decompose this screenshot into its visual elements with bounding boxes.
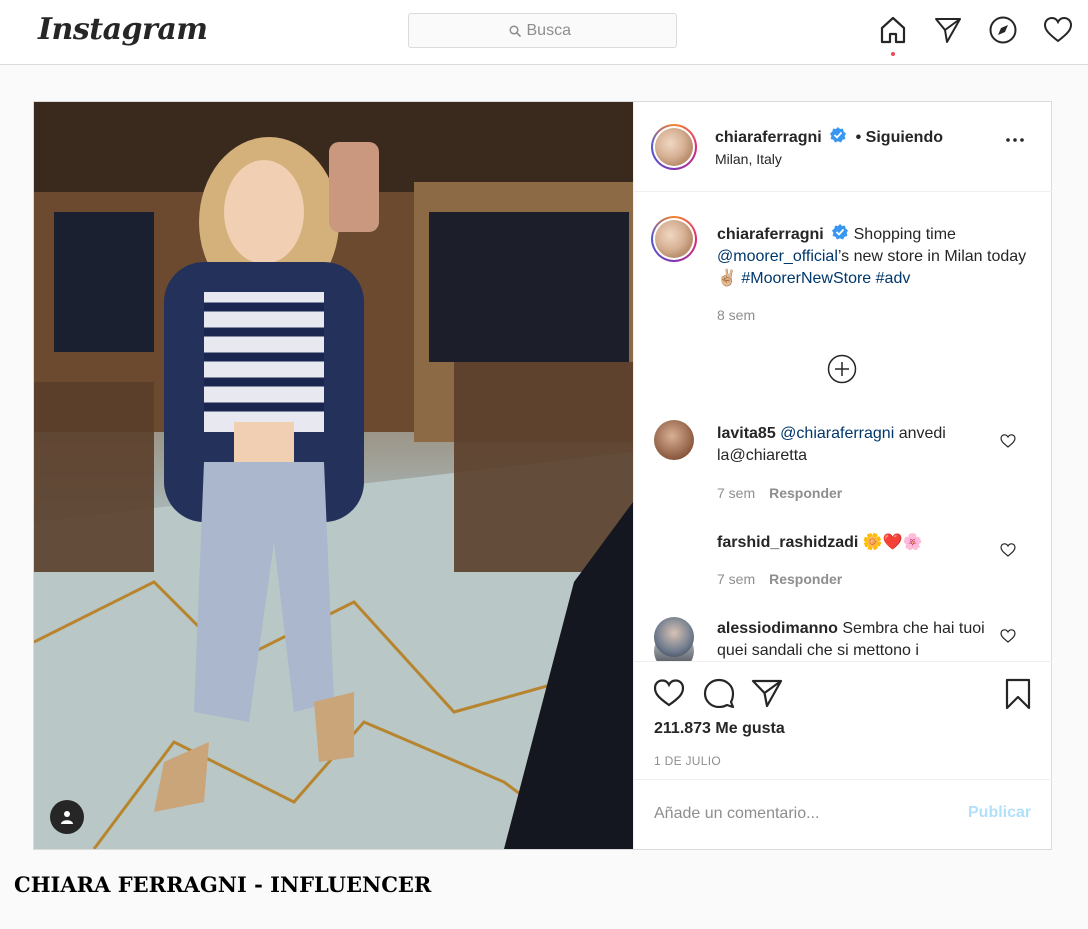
search-input[interactable] [526, 21, 577, 40]
caption-username[interactable]: chiaraferragni [717, 226, 824, 243]
comment-time: 7 sem [717, 571, 756, 587]
search-box[interactable] [408, 13, 677, 48]
notification-dot [891, 52, 895, 56]
post-photo-art [34, 102, 633, 849]
post-date[interactable]: 1 DE JULIO [654, 754, 721, 768]
user-icon [61, 811, 73, 824]
more-options-icon[interactable] [1006, 136, 1024, 144]
comment-like-heart-icon[interactable] [1000, 542, 1016, 558]
banner-title: CHIARA FERRAGNI - INFLUENCER [14, 872, 432, 897]
add-comment-input[interactable] [654, 802, 954, 826]
like-heart-icon[interactable] [653, 678, 685, 708]
likes-count[interactable]: 211.873 Me gusta [654, 720, 785, 738]
bookmark-icon[interactable] [1004, 678, 1032, 710]
post-sidebar: chiaraferragni • Siguiendo Milan, Italy … [633, 102, 1052, 849]
comment-username[interactable]: lavita85 [717, 425, 776, 442]
author-avatar[interactable] [651, 124, 697, 170]
verified-badge-icon [832, 224, 849, 240]
author-username[interactable]: chiaraferragni [715, 129, 822, 146]
post-actions: 211.873 Me gusta 1 DE JULIO [634, 661, 1052, 779]
instagram-logo[interactable]: Instagram [38, 12, 208, 47]
caption-time: 8 sem [717, 307, 756, 323]
comment-like-heart-icon[interactable] [1000, 433, 1016, 449]
top-navbar: Instagram [0, 0, 1088, 65]
home-icon[interactable] [878, 15, 908, 45]
post-header: chiaraferragni • Siguiendo Milan, Italy [634, 102, 1052, 192]
search-icon [508, 24, 521, 37]
reply-button[interactable]: Responder [769, 485, 842, 501]
follow-status[interactable]: • Siguiendo [856, 129, 943, 146]
load-more-comments-button[interactable] [827, 354, 857, 389]
comment-item: alessiodimanno Sembra che hai tuoi quei … [717, 618, 987, 661]
comment-item: farshid_rashidzadi 🌼❤️🌸 [717, 532, 987, 554]
comment-meta: 7 sem Responder [717, 485, 842, 501]
verified-badge-icon [830, 127, 847, 143]
post-card: chiaraferragni • Siguiendo Milan, Italy … [33, 101, 1052, 850]
comment-mention[interactable]: @chiaraferragni [780, 425, 894, 442]
add-comment-bar: Publicar [634, 779, 1052, 849]
post-photo[interactable] [34, 102, 633, 849]
caption-hashtag-1[interactable]: #MoorerNewStore [741, 270, 871, 287]
caption-avatar[interactable] [651, 216, 697, 262]
plus-circle-icon [827, 354, 857, 384]
comment-username[interactable]: alessiodimanno [717, 620, 838, 637]
comment-item: lavita85 @chiaraferragni anvedi la@chiar… [717, 423, 987, 467]
post-location[interactable]: Milan, Italy [715, 151, 782, 167]
comment-avatar[interactable] [654, 617, 694, 657]
activity-icon[interactable] [1043, 15, 1073, 45]
comment-like-heart-icon[interactable] [1000, 628, 1016, 644]
explore-icon[interactable] [988, 15, 1018, 45]
caption-mention[interactable]: @moorer_official [717, 248, 838, 265]
reply-button[interactable]: Responder [769, 571, 842, 587]
user-tag-button[interactable] [50, 800, 84, 834]
comment-meta: 7 sem Responder [717, 571, 842, 587]
comment-avatar[interactable] [654, 420, 694, 460]
comments-section[interactable]: chiaraferragni Shopping time @moorer_off… [634, 193, 1052, 661]
comment-text: 🌼❤️🌸 [862, 534, 923, 551]
comment-username[interactable]: farshid_rashidzadi [717, 534, 858, 551]
comment-time: 7 sem [717, 485, 756, 501]
caption-text-start: Shopping time [853, 226, 956, 243]
post-caption: chiaraferragni Shopping time @moorer_off… [717, 223, 1027, 290]
direct-icon[interactable] [933, 15, 963, 45]
publish-button[interactable]: Publicar [968, 804, 1031, 822]
caption-hashtag-2[interactable]: #adv [876, 270, 911, 287]
comment-icon[interactable] [703, 678, 735, 708]
share-icon[interactable] [751, 678, 783, 708]
